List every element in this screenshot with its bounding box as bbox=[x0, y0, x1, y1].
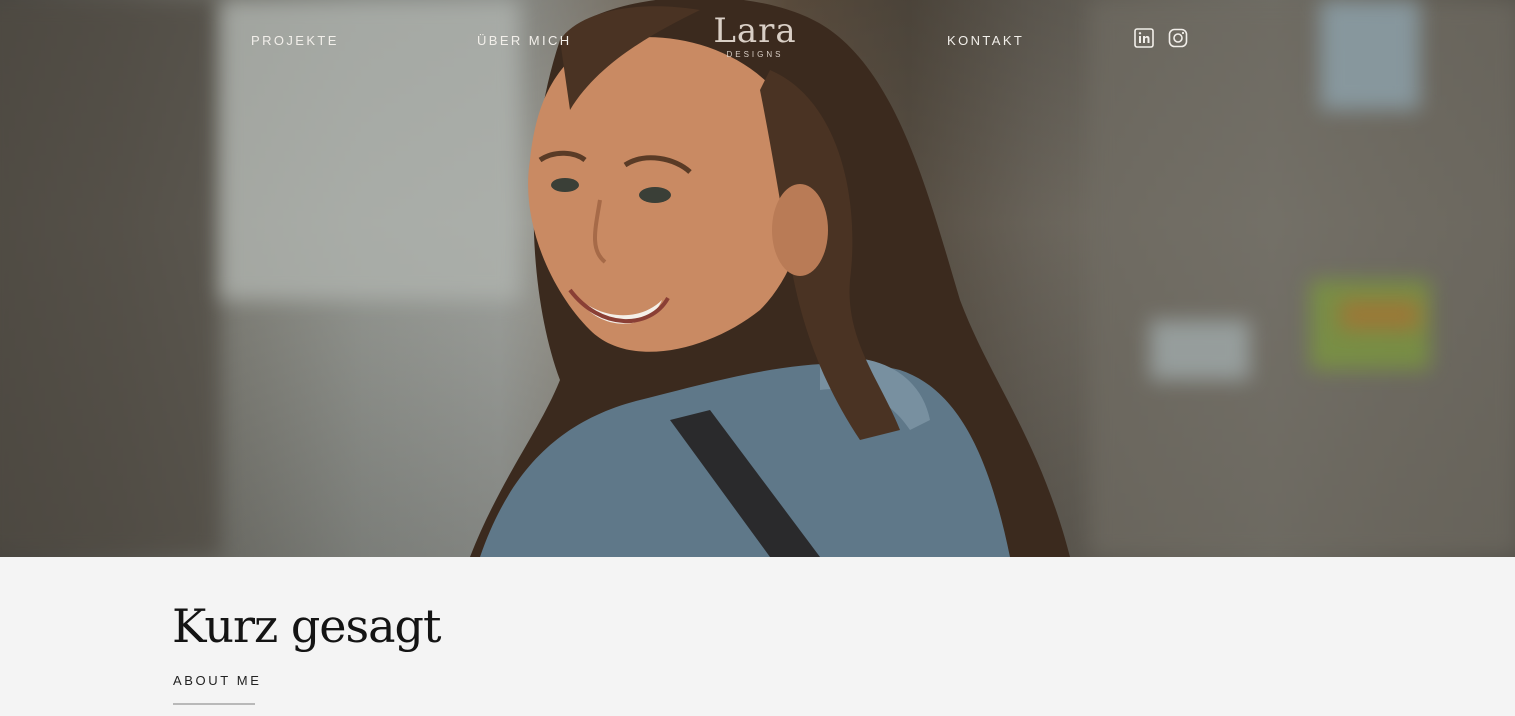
linkedin-icon[interactable] bbox=[1134, 28, 1154, 48]
nav-link-projekte[interactable]: PROJEKTE bbox=[251, 33, 339, 48]
logo-wordmark: Lara bbox=[713, 11, 797, 51]
nav-link-ueber-mich[interactable]: ÜBER MICH bbox=[477, 33, 572, 48]
logo-subtitle: DESIGNS bbox=[726, 50, 784, 59]
instagram-icon[interactable] bbox=[1168, 28, 1188, 48]
section-eyebrow: ABOUT ME bbox=[173, 673, 262, 688]
person-illustration bbox=[470, 0, 1070, 557]
about-section: Kurz gesagt ABOUT ME bbox=[0, 557, 1515, 716]
section-title: Kurz gesagt bbox=[172, 599, 441, 653]
nav-link-kontakt[interactable]: KONTAKT bbox=[947, 33, 1024, 48]
hero-image: PROJEKTE ÜBER MICH Lara DESIGNS KONTAKT bbox=[0, 0, 1515, 557]
logo[interactable]: Lara DESIGNS bbox=[700, 14, 810, 64]
section-divider bbox=[173, 703, 255, 705]
